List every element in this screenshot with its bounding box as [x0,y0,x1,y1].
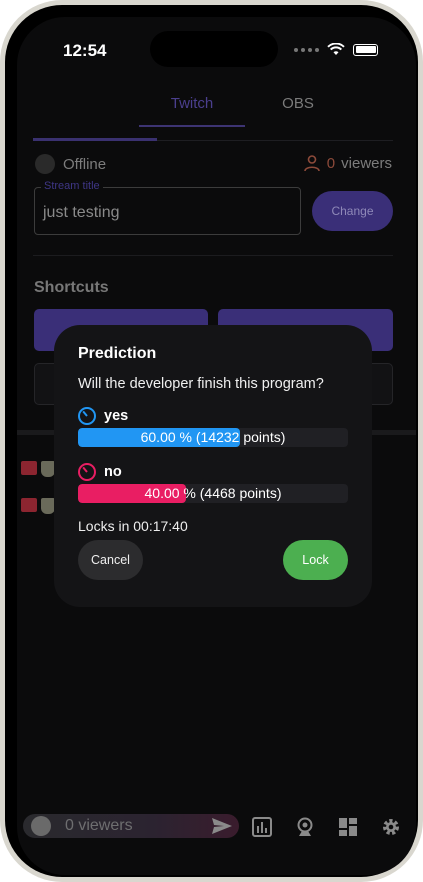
camera-icon[interactable] [294,816,316,838]
tab-bar: Twitch OBS [139,95,351,127]
prediction-dialog: Prediction Will the developer finish thi… [54,325,372,607]
chat-event-row [21,461,57,481]
video-camera-icon [21,498,37,512]
prediction-question: Will the developer finish this program? [78,376,324,392]
outcome-no-bar-text: 40.00 % (4468 points) [144,485,282,501]
chat-event-row [21,498,57,518]
badge-icon [41,498,55,514]
dashboard-icon[interactable] [337,816,359,838]
change-title-button[interactable]: Change [312,191,393,231]
tab-twitch[interactable]: Twitch [139,95,245,127]
avatar [31,816,51,836]
outcome-label: no [104,464,122,480]
outcome-yes-bar: 60.00 % (14232 points) [78,428,348,447]
badge-icon [41,461,55,477]
outcome-no: no [78,463,122,481]
chat-input-bar[interactable]: 0 viewers [23,814,239,838]
outcome-yes-bar-text: 60.00 % (14232 points) [140,429,286,445]
cancel-button[interactable]: Cancel [78,540,143,580]
phone-frame: 12:54 Twitch OBS Offline 0 viewers Strea… [0,0,423,882]
timer-ring-icon [78,407,96,425]
stream-title-field[interactable]: Stream title just testing [34,180,301,235]
lock-button[interactable]: Lock [283,540,348,580]
outcome-label: yes [104,408,129,424]
locks-in-text: Locks in 00:17:40 [78,518,188,534]
video-camera-icon [21,461,37,475]
stream-title-label: Stream title [41,180,103,192]
stream-status-label: Offline [63,155,107,173]
stream-status: Offline [35,154,106,174]
timer-ring-icon [78,463,96,481]
poll-icon[interactable] [251,816,273,838]
offline-dot-icon [35,154,55,174]
settings-icon[interactable] [380,816,402,838]
viewer-count: 0 viewers [303,154,392,172]
viewer-count-label: viewers [341,154,392,172]
bottom-viewers-text: 0 viewers [65,817,133,834]
tab-obs[interactable]: OBS [245,95,351,127]
outcome-yes: yes [78,407,128,425]
stream-title-value: just testing [43,204,120,221]
tab-indicator [33,138,157,141]
viewer-count-number: 0 [326,154,336,172]
dialog-title: Prediction [78,345,157,362]
shortcuts-heading: Shortcuts [34,279,109,296]
outcome-no-bar: 40.00 % (4468 points) [78,484,348,503]
send-icon[interactable] [211,817,233,835]
person-icon [303,155,320,172]
phone-bezel: 12:54 Twitch OBS Offline 0 viewers Strea… [5,5,418,877]
screen: 12:54 Twitch OBS Offline 0 viewers Strea… [17,17,416,875]
section-divider [33,255,393,256]
